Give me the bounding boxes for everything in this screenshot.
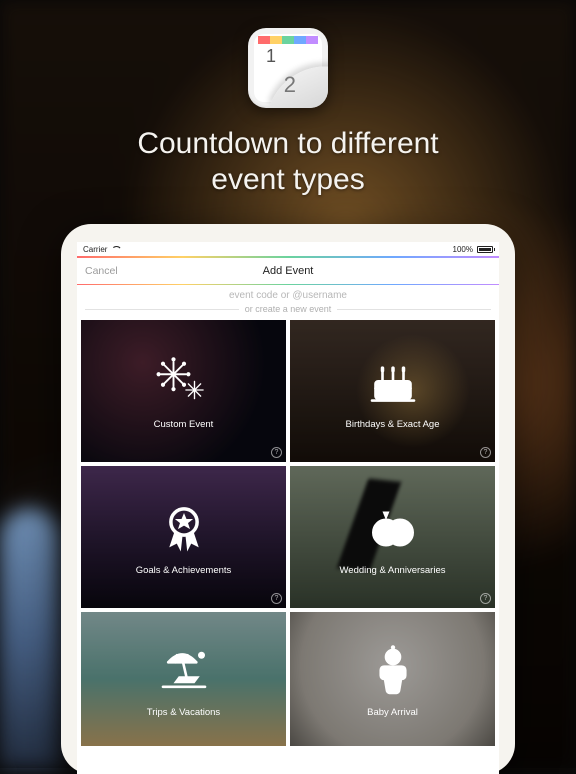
cancel-button[interactable]: Cancel [85,265,118,277]
app-icon: 1 2 [248,28,328,108]
tile-label: Birthdays & Exact Age [346,419,440,430]
event-type-grid: Custom Event ? Birthdays & Exact Age ? [77,320,499,746]
cake-icon [365,353,421,413]
tile-label: Goals & Achievements [136,565,232,576]
device-screen: Carrier 100% Cancel Add Event event code… [77,242,499,774]
tile-label: Custom Event [154,419,214,430]
tile-wedding[interactable]: Wedding & Anniversaries ? [290,466,495,608]
tile-label: Wedding & Anniversaries [340,565,446,576]
event-code-placeholder: event code or @username [229,290,347,301]
app-icon-digit-1: 1 [266,46,276,67]
baby-icon [365,641,421,701]
battery-label: 100% [453,245,473,254]
help-icon[interactable]: ? [480,593,491,604]
tile-label: Baby Arrival [367,707,418,718]
event-code-input[interactable]: event code or @username [77,285,499,304]
help-icon[interactable]: ? [480,447,491,458]
rings-icon [365,499,421,559]
battery-icon [477,246,493,253]
wifi-icon [111,246,120,253]
headline-line-2: event types [211,163,364,196]
status-bar: Carrier 100% [77,242,499,256]
promo-header: 1 2 Countdown to different event types [0,28,576,198]
help-icon[interactable]: ? [271,593,282,604]
headline-line-1: Countdown to different [137,127,438,160]
tile-label: Trips & Vacations [147,707,220,718]
ribbon-icon [156,499,212,559]
page-title: Add Event [263,265,314,277]
divider-text: or create a new event [245,304,332,314]
promo-headline: Countdown to different event types [137,126,438,198]
tile-baby[interactable]: Baby Arrival [290,612,495,746]
navbar: Cancel Add Event [77,258,499,284]
tile-birthdays[interactable]: Birthdays & Exact Age ? [290,320,495,462]
tile-goals[interactable]: Goals & Achievements ? [81,466,286,608]
tile-trips[interactable]: Trips & Vacations [81,612,286,746]
fireworks-icon [156,353,212,413]
beach-icon [156,641,212,701]
carrier-label: Carrier [83,245,107,254]
tile-custom-event[interactable]: Custom Event ? [81,320,286,462]
create-new-event-divider: or create a new event [77,304,499,320]
app-icon-digit-2: 2 [284,72,296,98]
device-frame: Carrier 100% Cancel Add Event event code… [61,224,515,774]
help-icon[interactable]: ? [271,447,282,458]
